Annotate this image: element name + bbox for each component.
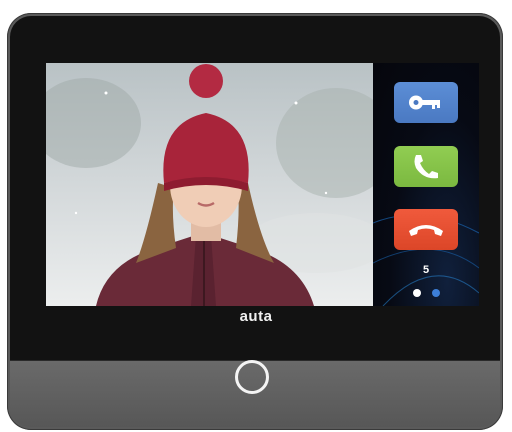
home-button[interactable] xyxy=(235,360,269,394)
display-screen: 5 xyxy=(46,63,479,306)
page-indicator-text: 5 xyxy=(422,264,430,276)
hang-up-icon xyxy=(409,225,443,236)
page-dot-1[interactable] xyxy=(413,289,421,297)
video-feed xyxy=(46,63,373,306)
control-panel: 5 xyxy=(373,63,479,306)
page-dot-2[interactable] xyxy=(432,289,440,297)
key-icon xyxy=(409,95,440,110)
hang-up-button[interactable] xyxy=(394,209,458,250)
unlock-button[interactable] xyxy=(394,82,458,123)
video-image xyxy=(46,63,373,306)
answer-button[interactable] xyxy=(394,146,458,187)
phone-icon xyxy=(414,155,438,179)
brand-logo: auta xyxy=(239,308,273,325)
